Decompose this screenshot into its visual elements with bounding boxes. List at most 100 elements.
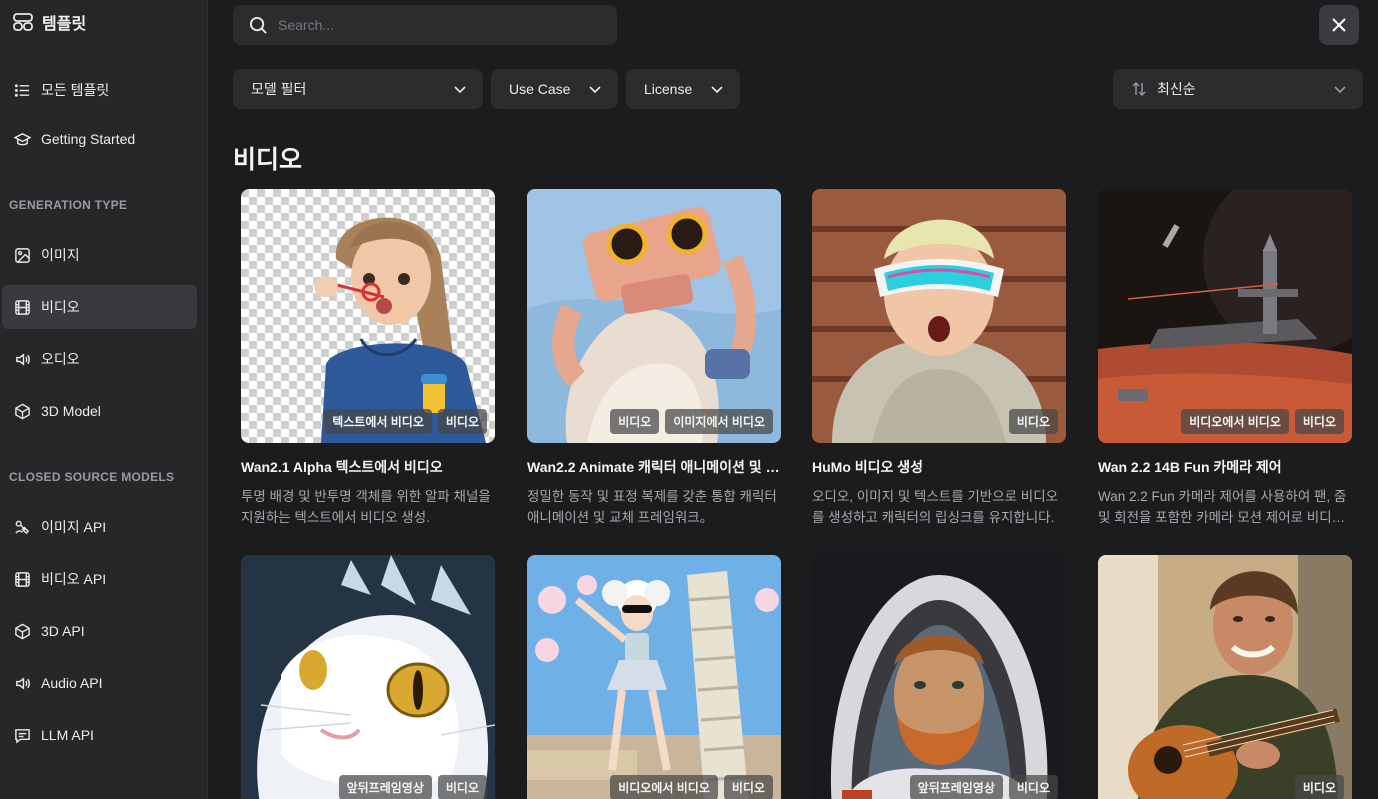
license-dropdown[interactable]: License [626,69,740,109]
template-card[interactable]: 비디오 이미지에서 비디오 Wan2.2 Animate 캐릭터 애니메이션 및… [527,189,781,528]
sidebar-item-label: 비디오 API [41,571,107,587]
tag: 비디오 [1294,409,1344,434]
sidebar-item-label: 오디오 [41,351,80,367]
tag: 앞뒤프레임영상 [909,775,1003,799]
card-tags: 비디오 [1294,775,1344,799]
sidebar-item-audio-api[interactable]: Audio API [2,661,197,705]
sort-label: 최신순 [1157,81,1196,97]
template-logo-icon [13,13,33,31]
sort-dropdown[interactable]: 최신순 [1113,69,1363,109]
thumbnail-boy-goggles [812,189,1066,443]
sidebar: 템플릿 모든 템플릿 Getting Started GENERATION TY… [0,0,208,799]
sidebar-item-label: 비디오 [41,299,80,315]
tag: 비디오 [437,775,487,799]
card-thumbnail: 앞뒤프레임영상 비디오 [241,555,495,799]
sidebar-item-llm-api[interactable]: LLM API [2,713,197,757]
tag: 비디오 [437,409,487,434]
tag: 비디오 [1008,775,1058,799]
card-description: Wan 2.2 Fun 카메라 제어를 사용하여 팬, 줌 및 회전을 포함한 … [1098,489,1347,525]
card-thumbnail: 비디오에서 비디오 비디오 [527,555,781,799]
sidebar-item-image[interactable]: 이미지 [2,233,197,277]
sidebar-item-label: Audio API [41,675,103,691]
card-thumbnail: 비디오에서 비디오 비디오 [1098,189,1352,443]
template-card[interactable]: 텍스트에서 비디오 비디오 Wan2.1 Alpha 텍스트에서 비디오 투명 … [241,189,495,528]
card-description: 투명 배경 및 반투명 객체를 위한 알파 채널을 지원하는 텍스트에서 비디오… [241,489,491,525]
thumbnail-white-cat [241,555,495,799]
model-filter-label: 모델 필터 [251,81,307,97]
card-title: Wan 2.2 14B Fun 카메라 제어 [1098,459,1282,475]
chevron-down-icon [454,86,466,94]
sidebar-item-label: 모든 템플릿 [41,82,110,98]
closed-source-heading: CLOSED SOURCE MODELS [9,470,175,484]
image-icon [15,247,30,263]
tag: 비디오에서 비디오 [610,775,718,799]
chevron-down-icon [1334,86,1346,94]
card-tags: 앞뒤프레임영상 비디오 [909,775,1058,799]
card-tags: 텍스트에서 비디오 비디오 [324,409,487,434]
tag: 비디오 [1294,775,1344,799]
tag: 앞뒤프레임영상 [338,775,432,799]
film-icon [15,299,30,315]
chevron-down-icon [711,86,723,94]
sidebar-item-audio[interactable]: 오디오 [2,337,197,381]
card-thumbnail: 비디오 [1098,555,1352,799]
card-title: Wan2.1 Alpha 텍스트에서 비디오 [241,459,443,475]
card-description: 오디오, 이미지 및 텍스트를 기반으로 비디오를 생성하고 캐릭터의 립싱크를… [812,489,1059,525]
sidebar-item-label: 이미지 [41,247,80,263]
chevron-down-icon [589,86,601,94]
template-card[interactable]: 비디오에서 비디오 비디오 [527,555,781,799]
sidebar-item-label: 이미지 API [41,519,107,535]
brand[interactable]: 템플릿 [12,10,86,34]
sort-left: 최신순 [1131,79,1196,99]
card-thumbnail: 비디오 [812,189,1066,443]
card-title: HuMo 비디오 생성 [812,459,924,475]
model-filter-dropdown[interactable]: 모델 필터 [233,69,483,109]
search-icon [249,16,267,34]
card-description: 정밀한 동작 및 표정 복제를 갖춘 통합 캐릭터 애니메이션 및 교체 프레임… [527,489,777,525]
sidebar-item-image-api[interactable]: 이미지 API [2,505,197,549]
search-box [233,5,617,45]
generation-type-heading: GENERATION TYPE [9,198,128,212]
sidebar-item-label: 3D API [41,623,85,639]
use-case-dropdown[interactable]: Use Case [491,69,618,109]
sidebar-item-3d-model[interactable]: 3D Model [2,389,197,433]
tag: 비디오에서 비디오 [1181,409,1289,434]
card-tags: 앞뒤프레임영상 비디오 [338,775,487,799]
sidebar-item-label: Getting Started [41,131,136,147]
template-card[interactable]: 앞뒤프레임영상 비디오 [241,555,495,799]
tag: 이미지에서 비디오 [665,409,773,434]
close-icon [1332,18,1346,32]
thumbnail-astronaut-portrait [812,555,1066,799]
sidebar-item-all-templates[interactable]: 모든 템플릿 [2,68,197,112]
template-card[interactable]: 비디오에서 비디오 비디오 Wan 2.2 14B Fun 카메라 제어 Wan… [1098,189,1352,528]
close-button[interactable] [1319,5,1359,45]
speaker-icon [16,676,30,690]
template-card[interactable]: 비디오 [1098,555,1352,799]
film-icon [15,571,30,587]
template-card[interactable]: 앞뒤프레임영상 비디오 [812,555,1066,799]
tag: 텍스트에서 비디오 [324,409,432,434]
sidebar-item-video[interactable]: 비디오 [2,285,197,329]
sidebar-item-3d-api[interactable]: 3D API [2,609,197,653]
speaker-icon [16,352,30,366]
card-title: Wan2.2 Animate 캐릭터 애니메이션 및 교체 [527,459,781,475]
card-tags: 비디오 [1008,409,1058,434]
thumbnail-girl-bubbles [241,189,495,443]
card-thumbnail: 텍스트에서 비디오 비디오 [241,189,495,443]
tag: 비디오 [723,775,773,799]
use-case-label: Use Case [509,81,571,97]
search-input[interactable] [278,17,598,33]
sidebar-item-video-api[interactable]: 비디오 API [2,557,197,601]
card-tags: 비디오에서 비디오 비디오 [1181,409,1344,434]
card-tags: 비디오 이미지에서 비디오 [610,409,773,434]
card-thumbnail: 앞뒤프레임영상 비디오 [812,555,1066,799]
section-title: 비디오 [233,146,303,174]
template-card[interactable]: 비디오 HuMo 비디오 생성 오디오, 이미지 및 텍스트를 기반으로 비디오… [812,189,1066,528]
card-tags: 비디오에서 비디오 비디오 [610,775,773,799]
sidebar-item-getting-started[interactable]: Getting Started [2,117,197,161]
cube-icon [15,403,30,419]
license-label: License [644,81,693,97]
message-icon [15,728,30,744]
cube-icon [15,623,30,639]
card-thumbnail: 비디오 이미지에서 비디오 [527,189,781,443]
